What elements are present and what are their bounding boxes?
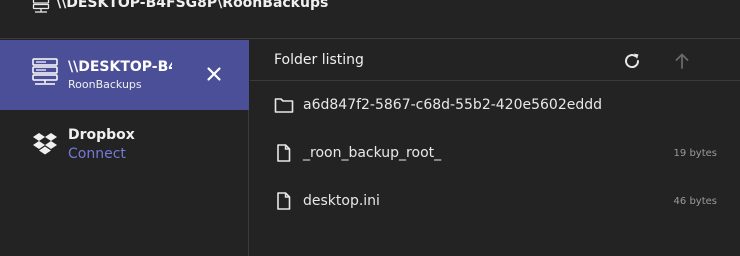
- arrow-up-icon[interactable]: [673, 51, 691, 71]
- roon-backup-browser: \\DESKTOP-B4FSG8P\RoonBackups \\DESKTOP-…: [0, 0, 740, 256]
- window-title: \\DESKTOP-B4FSG8P\RoonBackups: [56, 0, 329, 11]
- close-icon[interactable]: [206, 66, 222, 82]
- folder-panel: Folder listing a6d847f2-5867-c68d-55b2-4…: [250, 40, 740, 256]
- file-icon: [277, 144, 291, 162]
- list-item-file[interactable]: _roon_backup_root_ 19 bytes: [250, 133, 740, 173]
- location-item-desktop[interactable]: \\DESKTOP-B4FSG8P RoonBackups: [0, 40, 249, 110]
- dropbox-icon: [33, 133, 57, 155]
- folder-panel-header: Folder listing: [250, 40, 740, 81]
- item-name: desktop.ini: [303, 193, 380, 209]
- title-bar: \\DESKTOP-B4FSG8P\RoonBackups: [0, 0, 740, 39]
- item-size: 46 bytes: [673, 196, 717, 207]
- item-name: a6d847f2-5867-c68d-55b2-420e5602eddd: [303, 97, 603, 113]
- location-subtitle: RoonBackups: [68, 78, 142, 91]
- item-name: _roon_backup_root_: [303, 145, 442, 161]
- location-item-dropbox[interactable]: Dropbox Connect: [0, 120, 249, 170]
- locations-sidebar: \\DESKTOP-B4FSG8P RoonBackups Dropbox Co…: [0, 40, 249, 256]
- file-icon: [277, 192, 291, 210]
- folder-listing-label: Folder listing: [274, 52, 364, 68]
- item-size: 19 bytes: [673, 148, 717, 159]
- dropbox-connect-link[interactable]: Connect: [68, 146, 126, 162]
- list-item-file[interactable]: desktop.ini 46 bytes: [250, 181, 740, 221]
- location-name: \\DESKTOP-B4FSG8P: [68, 59, 172, 75]
- server-icon: [32, 0, 50, 13]
- location-name: Dropbox: [68, 127, 135, 143]
- server-icon: [32, 58, 58, 85]
- list-item-folder[interactable]: a6d847f2-5867-c68d-55b2-420e5602eddd: [250, 85, 740, 125]
- folder-icon: [274, 98, 294, 113]
- refresh-icon[interactable]: [622, 51, 642, 71]
